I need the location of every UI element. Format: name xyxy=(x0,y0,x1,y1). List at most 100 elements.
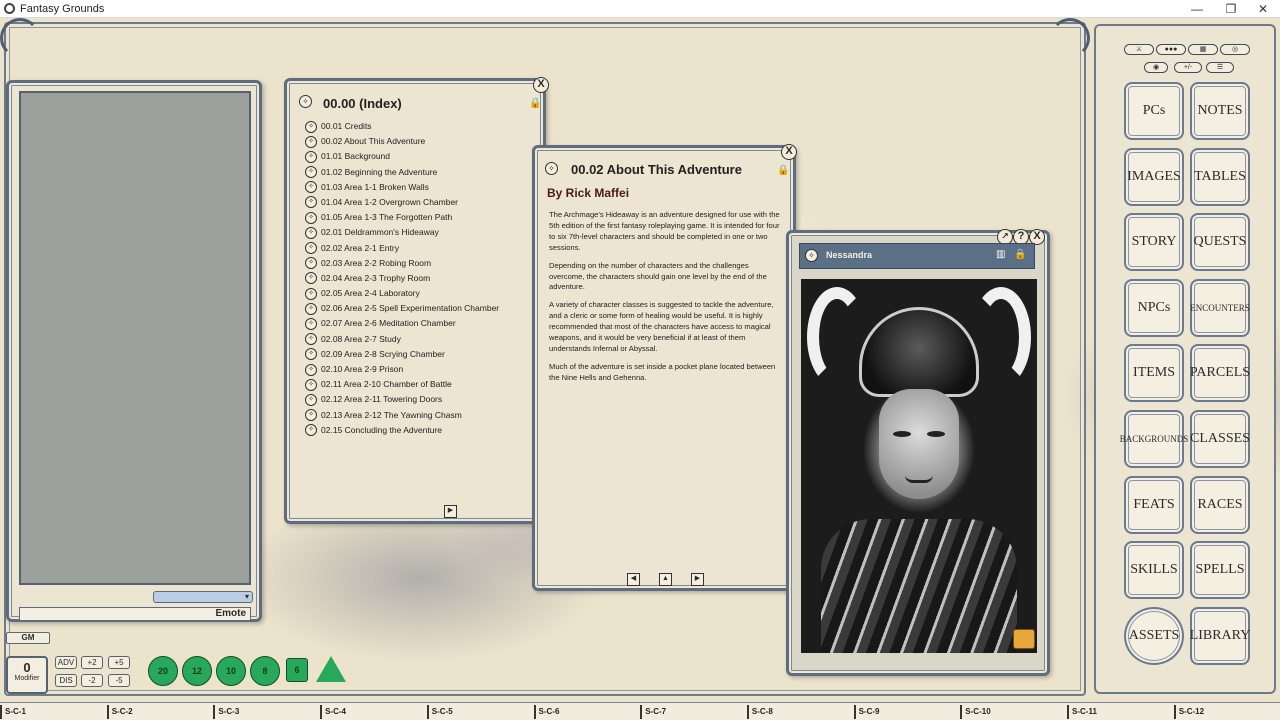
entry-paragraph: The Archmage's Hideaway is an adventure … xyxy=(549,210,780,252)
sidebar-button-npcs[interactable]: NPCs xyxy=(1124,278,1184,337)
d6-die[interactable]: 6 xyxy=(286,658,308,682)
entry-author: By Rick Maffei xyxy=(547,186,630,200)
lock-icon[interactable]: 🔒 xyxy=(777,165,789,176)
hotkey-slot[interactable]: S-C-2 xyxy=(106,705,213,719)
index-list-item[interactable]: ✧ 01.05 Area 1-3 The Forgotten Path xyxy=(303,210,539,225)
sidebar-button-pcs[interactable]: PCs xyxy=(1124,82,1184,140)
index-list-label: 02.11 Area 2-10 Chamber of Battle xyxy=(321,379,452,390)
horn-right xyxy=(971,287,1031,387)
sidebar-button-classes[interactable]: CLASSES xyxy=(1190,410,1250,468)
index-list-item[interactable]: ✧ 02.01 Deldrammon's Hideaway xyxy=(303,225,539,240)
index-list-item[interactable]: ✧ 00.01 Credits xyxy=(303,119,539,134)
index-list-item[interactable]: ✧ 00.02 About This Adventure xyxy=(303,134,539,149)
sidebar-button-feats[interactable]: FEATS xyxy=(1124,475,1184,534)
hotkey-slot[interactable]: S-C-7 xyxy=(640,705,746,719)
hotkey-bar: S-C-1 S-C-2 S-C-3 S-C-4 S-C-5 S-C-6 S-C-7 S-C-8… xyxy=(0,702,1280,720)
d4-die[interactable] xyxy=(316,656,346,682)
index-list-item[interactable]: ✧ 02.11 Area 2-10 Chamber of Battle xyxy=(303,377,539,392)
calendar-icon[interactable]: ▦ xyxy=(1188,44,1218,55)
d10-die[interactable]: 10 xyxy=(216,656,246,686)
sidebar-button-images[interactable]: IMAGES xyxy=(1124,147,1184,206)
chat-log[interactable] xyxy=(19,91,251,585)
sidebar-button-notes[interactable]: NOTES xyxy=(1190,82,1250,140)
hotkey-slot[interactable]: S-C-9 xyxy=(853,705,960,719)
hotkey-slot[interactable]: S-C-8 xyxy=(746,705,853,719)
nessandra-portrait[interactable] xyxy=(801,279,1037,653)
sidebar-button-quests[interactable]: QUESTS xyxy=(1190,213,1250,272)
sidebar-button-library[interactable]: LIBRARY xyxy=(1190,606,1250,665)
index-list-item[interactable]: ✧ 02.13 Area 2-12 The Yawning Chasm xyxy=(303,408,539,423)
d12-die[interactable]: 12 xyxy=(182,656,212,686)
book-icon: ✧ xyxy=(305,181,317,194)
index-list-item[interactable]: ✧ 02.15 Concluding the Adventure xyxy=(303,423,539,438)
hotkey-slot[interactable]: S-C-5 xyxy=(426,705,533,719)
lock-icon[interactable]: 🔒 xyxy=(529,98,541,109)
index-list-item[interactable]: ✧ 02.12 Area 2-11 Towering Doors xyxy=(303,392,539,407)
index-list-item[interactable]: ✧ 02.06 Area 2-5 Spell Experimentation Ch… xyxy=(303,301,539,316)
sidebar-button-spells[interactable]: SPELLS xyxy=(1190,541,1250,600)
d20-die[interactable]: 20 xyxy=(148,656,178,686)
modifier-box[interactable]: 0 Modifier xyxy=(6,656,48,694)
sidebar-button-parcels[interactable]: PARCELS xyxy=(1190,344,1250,403)
index-list-item[interactable]: ✧ 01.03 Area 1-1 Broken Walls xyxy=(303,180,539,195)
prev-entry-icon[interactable]: ◀ xyxy=(627,573,640,586)
restore-button[interactable]: ❐ xyxy=(1214,0,1248,18)
lighting-icon[interactable]: ◎ xyxy=(1220,44,1250,55)
sidebar-button-encounters[interactable]: ENCOUNTERS xyxy=(1190,278,1250,337)
hotkey-slot[interactable]: S-C-1 xyxy=(0,705,106,719)
chat-panel: ▾ Emote xyxy=(6,80,262,622)
next-entry-icon[interactable]: ▶ xyxy=(691,573,704,586)
index-list-item[interactable]: ✧ 02.09 Area 2-8 Scrying Chamber xyxy=(303,347,539,362)
index-list-item[interactable]: ✧ 01.04 Area 1-2 Overgrown Chamber xyxy=(303,195,539,210)
entry-title: 00.02 About This Adventure xyxy=(571,162,742,177)
hotkey-slot[interactable]: S-C-11 xyxy=(1067,705,1173,719)
sidebar-button-tables[interactable]: TABLES xyxy=(1190,147,1250,206)
up-entry-icon[interactable]: ▲ xyxy=(659,573,672,586)
hotkey-slot[interactable]: S-C-12 xyxy=(1173,705,1280,719)
index-list-item[interactable]: ✧ 01.02 Beginning the Adventure xyxy=(303,165,539,180)
index-list-item[interactable]: ✧ 02.03 Area 2-2 Robing Room xyxy=(303,256,539,271)
plus5-button[interactable]: +5 xyxy=(108,656,130,669)
hotkey-slot[interactable]: S-C-6 xyxy=(533,705,640,719)
index-list-item[interactable]: ✧ 02.08 Area 2-7 Study xyxy=(303,332,539,347)
index-list-item[interactable]: ✧ 02.05 Area 2-4 Laboratory xyxy=(303,286,539,301)
close-icon[interactable]: X xyxy=(781,144,797,160)
window-title: Fantasy Grounds xyxy=(20,3,105,15)
share-to-players-icon[interactable] xyxy=(1013,629,1035,649)
sidebar-button-backgrounds[interactable]: BACKGROUNDS xyxy=(1120,410,1188,468)
plus2-button[interactable]: +2 xyxy=(81,656,103,669)
chat-mode-select[interactable]: ▾ xyxy=(153,591,253,603)
index-list-item[interactable]: ✧ 02.04 Area 2-3 Trophy Room xyxy=(303,271,539,286)
d8-die[interactable]: 8 xyxy=(250,656,280,686)
lock-icon[interactable]: 🔒 xyxy=(1014,249,1026,260)
close-icon[interactable]: X xyxy=(533,77,549,93)
sidebar-button-items[interactable]: ITEMS xyxy=(1124,344,1184,403)
minimize-button[interactable]: — xyxy=(1180,0,1214,18)
dis-button[interactable]: DIS xyxy=(55,674,77,687)
token-icon[interactable]: ◉ xyxy=(1144,62,1168,73)
sidebar-button-skills[interactable]: SKILLS xyxy=(1124,541,1184,600)
adv-button[interactable]: ADV xyxy=(55,656,77,669)
share-icon[interactable]: ▥ xyxy=(996,249,1005,260)
minus5-button[interactable]: -5 xyxy=(108,674,130,687)
sidebar-button-story[interactable]: STORY xyxy=(1124,213,1184,272)
index-list-item[interactable]: ✧ 02.02 Area 2-1 Entry xyxy=(303,241,539,256)
index-list-item[interactable]: ✧ 02.07 Area 2-6 Meditation Chamber xyxy=(303,316,539,331)
modifiers-icon[interactable]: +/- xyxy=(1174,62,1202,73)
minus2-button[interactable]: -2 xyxy=(81,674,103,687)
hotkey-slot[interactable]: S-C-10 xyxy=(960,705,1066,719)
close-window-button[interactable]: ✕ xyxy=(1246,0,1280,18)
play-icon[interactable]: ▶ xyxy=(444,505,457,518)
index-list-item[interactable]: ✧ 02.10 Area 2-9 Prison xyxy=(303,362,539,377)
hotkey-slot[interactable]: S-C-3 xyxy=(213,705,319,719)
sword-icon[interactable]: ⚔ xyxy=(1124,44,1154,55)
sidebar-button-races[interactable]: RACES xyxy=(1190,475,1250,534)
hotkey-slot[interactable]: S-C-4 xyxy=(320,705,426,719)
effects-icon[interactable]: ☰ xyxy=(1206,62,1234,73)
entry-paragraph: Depending on the number of characters an… xyxy=(549,260,767,292)
chat-entry-field[interactable]: Emote xyxy=(19,607,251,621)
index-list-item[interactable]: ✧ 01.01 Background xyxy=(303,149,539,164)
party-icon[interactable]: ●●● xyxy=(1156,44,1186,55)
sidebar-button-assets[interactable]: ASSETS xyxy=(1124,606,1184,665)
gm-identity-tab[interactable]: GM xyxy=(6,632,50,644)
